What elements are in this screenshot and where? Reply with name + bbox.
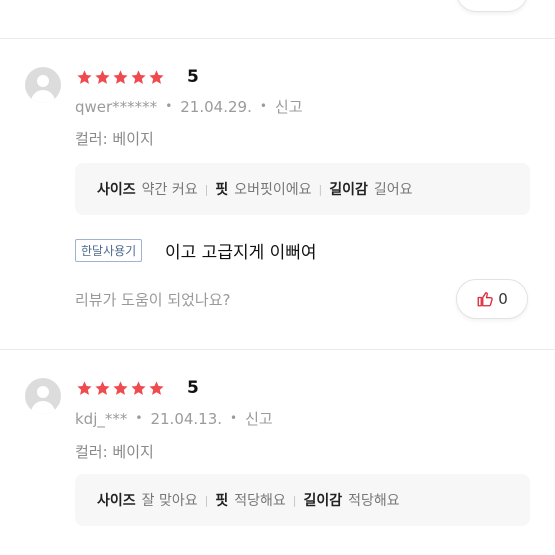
star-icon (95, 381, 110, 395)
review-tag: 한달사용기 (75, 239, 143, 262)
size-value: 잘 맞아요 (141, 493, 198, 509)
report-link[interactable]: 신고 (275, 98, 303, 116)
fit-label: 핏 (215, 493, 229, 509)
color-option: 컬러: 베이지 (75, 130, 154, 148)
size-label: 사이즈 (97, 493, 136, 509)
length-value: 길어요 (373, 182, 413, 198)
fit-value: 적당해요 (234, 493, 286, 509)
star-icon (149, 70, 164, 84)
star-icon (131, 381, 146, 395)
reviewer-name: kdj_*** (75, 410, 128, 428)
fit-summary: 사이즈 약간 커요 | 핏 오버핏이에요 | 길이감 길어요 (75, 163, 530, 215)
helpful-question: 리뷰가 도움이 되었나요? (75, 291, 231, 309)
divider (0, 349, 555, 350)
fit-summary: 사이즈 잘 맞아요 | 핏 적당해요 | 길이감 적당해요 (75, 474, 530, 526)
prev-like-button[interactable] (456, 0, 528, 12)
star-icon (131, 70, 146, 84)
like-count: 0 (498, 290, 508, 308)
length-label: 길이감 (303, 493, 343, 509)
report-link[interactable]: 신고 (245, 410, 273, 428)
star-rating (76, 69, 165, 86)
star-icon (95, 70, 110, 84)
star-icon (77, 70, 92, 84)
review-meta: kdj_*** • 21.04.13. • 신고 (75, 410, 273, 428)
thumbs-up-icon (477, 291, 493, 307)
rating-score: 5 (187, 378, 199, 398)
default-user-icon (25, 67, 61, 103)
fit-label: 핏 (215, 182, 229, 198)
star-rating (76, 380, 165, 397)
size-label: 사이즈 (97, 182, 136, 198)
review-content: 이고 고급지게 이뻐여 (165, 243, 317, 263)
star-icon (77, 381, 92, 395)
reviewer-name: qwer****** (75, 98, 158, 116)
rating-score: 5 (187, 67, 199, 87)
size-value: 약간 커요 (141, 182, 198, 198)
review-meta: qwer****** • 21.04.29. • 신고 (75, 98, 303, 116)
star-icon (149, 381, 164, 395)
divider (0, 38, 555, 39)
color-option: 컬러: 베이지 (75, 443, 154, 461)
length-value: 적당해요 (348, 493, 400, 509)
star-icon (113, 381, 128, 395)
like-button[interactable]: 0 (456, 279, 528, 319)
length-label: 길이감 (329, 182, 368, 198)
review-date: 21.04.13. (150, 410, 223, 428)
star-icon (113, 70, 128, 84)
default-user-icon (25, 378, 61, 414)
fit-value: 오버핏이에요 (234, 182, 312, 198)
review-date: 21.04.29. (180, 98, 252, 116)
